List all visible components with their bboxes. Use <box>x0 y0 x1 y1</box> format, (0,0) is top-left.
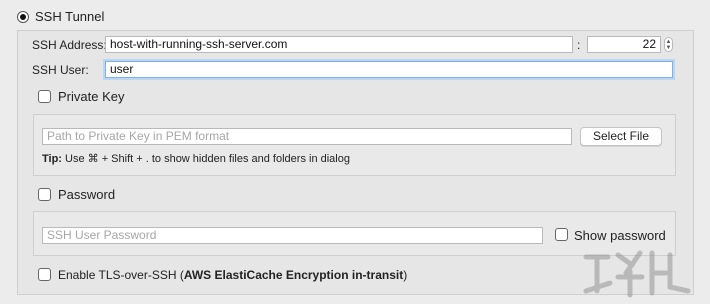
ssh-tunnel-radio[interactable] <box>17 11 29 23</box>
private-key-path-input[interactable]: Path to Private Key in PEM format <box>42 128 572 145</box>
stepper-icon[interactable]: ▲ ▼ <box>664 37 673 52</box>
tip-prefix: Tip: <box>42 153 62 165</box>
select-file-button[interactable]: Select File <box>580 127 662 146</box>
ssh-tunnel-label: SSH Tunnel <box>35 9 105 24</box>
ssh-user-label: SSH User: <box>32 63 89 77</box>
tls-label-bold: AWS ElastiCache Encryption in-transit <box>183 268 404 282</box>
tls-label-prefix: Enable TLS-over-SSH ( <box>58 268 184 282</box>
show-password-checkbox[interactable] <box>555 228 568 241</box>
ssh-port-input[interactable]: 22 <box>587 36 661 53</box>
ssh-user-input[interactable]: user <box>105 61 673 78</box>
private-key-label: Private Key <box>58 89 125 104</box>
watermark-logo <box>578 243 698 301</box>
tip-text: Use ⌘ + Shift + . to show hidden files a… <box>65 153 350 165</box>
tls-over-ssh-checkbox[interactable] <box>38 268 51 281</box>
private-key-checkbox[interactable] <box>38 90 51 103</box>
private-key-panel <box>33 114 676 176</box>
ssh-password-input[interactable]: SSH User Password <box>42 227 543 244</box>
ssh-address-label: SSH Address: <box>32 38 107 52</box>
ssh-address-input[interactable]: host-with-running-ssh-server.com <box>105 36 573 53</box>
tls-label-suffix: ) <box>403 268 408 282</box>
tls-over-ssh-label: Enable TLS-over-SSH (AWS ElastiCache Enc… <box>58 268 407 282</box>
show-password-label: Show password <box>574 228 666 243</box>
private-key-tip: Tip: Use ⌘ + Shift + . to show hidden fi… <box>42 152 350 165</box>
password-checkbox[interactable] <box>38 188 51 201</box>
password-label: Password <box>58 187 116 202</box>
port-separator: : <box>577 38 581 52</box>
